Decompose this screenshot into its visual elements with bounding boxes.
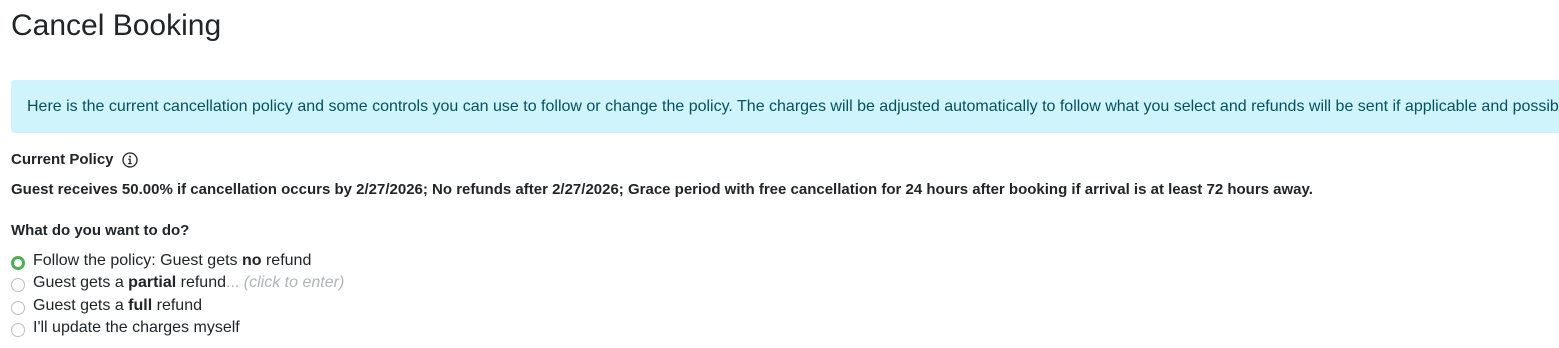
info-circle-icon[interactable] (121, 152, 138, 168)
radio-manual-charges[interactable] (11, 323, 25, 337)
current-policy-text: Guest receives 50.00% if cancellation oc… (11, 181, 1313, 198)
option-follow-policy-label: Follow the policy: Guest gets no refund (33, 252, 312, 269)
policy-info-alert: Here is the current cancellation policy … (11, 80, 1559, 133)
action-question: What do you want to do? (11, 222, 190, 239)
option-partial-refund-label: Guest gets a partial refund... (click to… (33, 274, 345, 291)
alert-text: Here is the current cancellation policy … (27, 97, 1559, 115)
option-full-refund-label: Guest gets a full refund (33, 297, 202, 314)
option-manual-charges[interactable]: I'll update the charges myself (11, 318, 240, 338)
radio-follow-policy[interactable] (11, 256, 25, 270)
option-full-refund[interactable]: Guest gets a full refund (11, 296, 202, 316)
option-manual-charges-label: I'll update the charges myself (33, 319, 240, 336)
radio-partial-refund[interactable] (11, 278, 25, 292)
page-title: Cancel Booking (11, 9, 222, 42)
partial-refund-hint[interactable]: (click to enter) (244, 274, 344, 291)
current-policy-heading: Current Policy (11, 150, 138, 170)
radio-full-refund[interactable] (11, 301, 25, 315)
option-partial-refund[interactable]: Guest gets a partial refund... (click to… (11, 273, 344, 293)
current-policy-label: Current Policy (11, 151, 114, 168)
option-follow-policy[interactable]: Follow the policy: Guest gets no refund (11, 251, 311, 271)
